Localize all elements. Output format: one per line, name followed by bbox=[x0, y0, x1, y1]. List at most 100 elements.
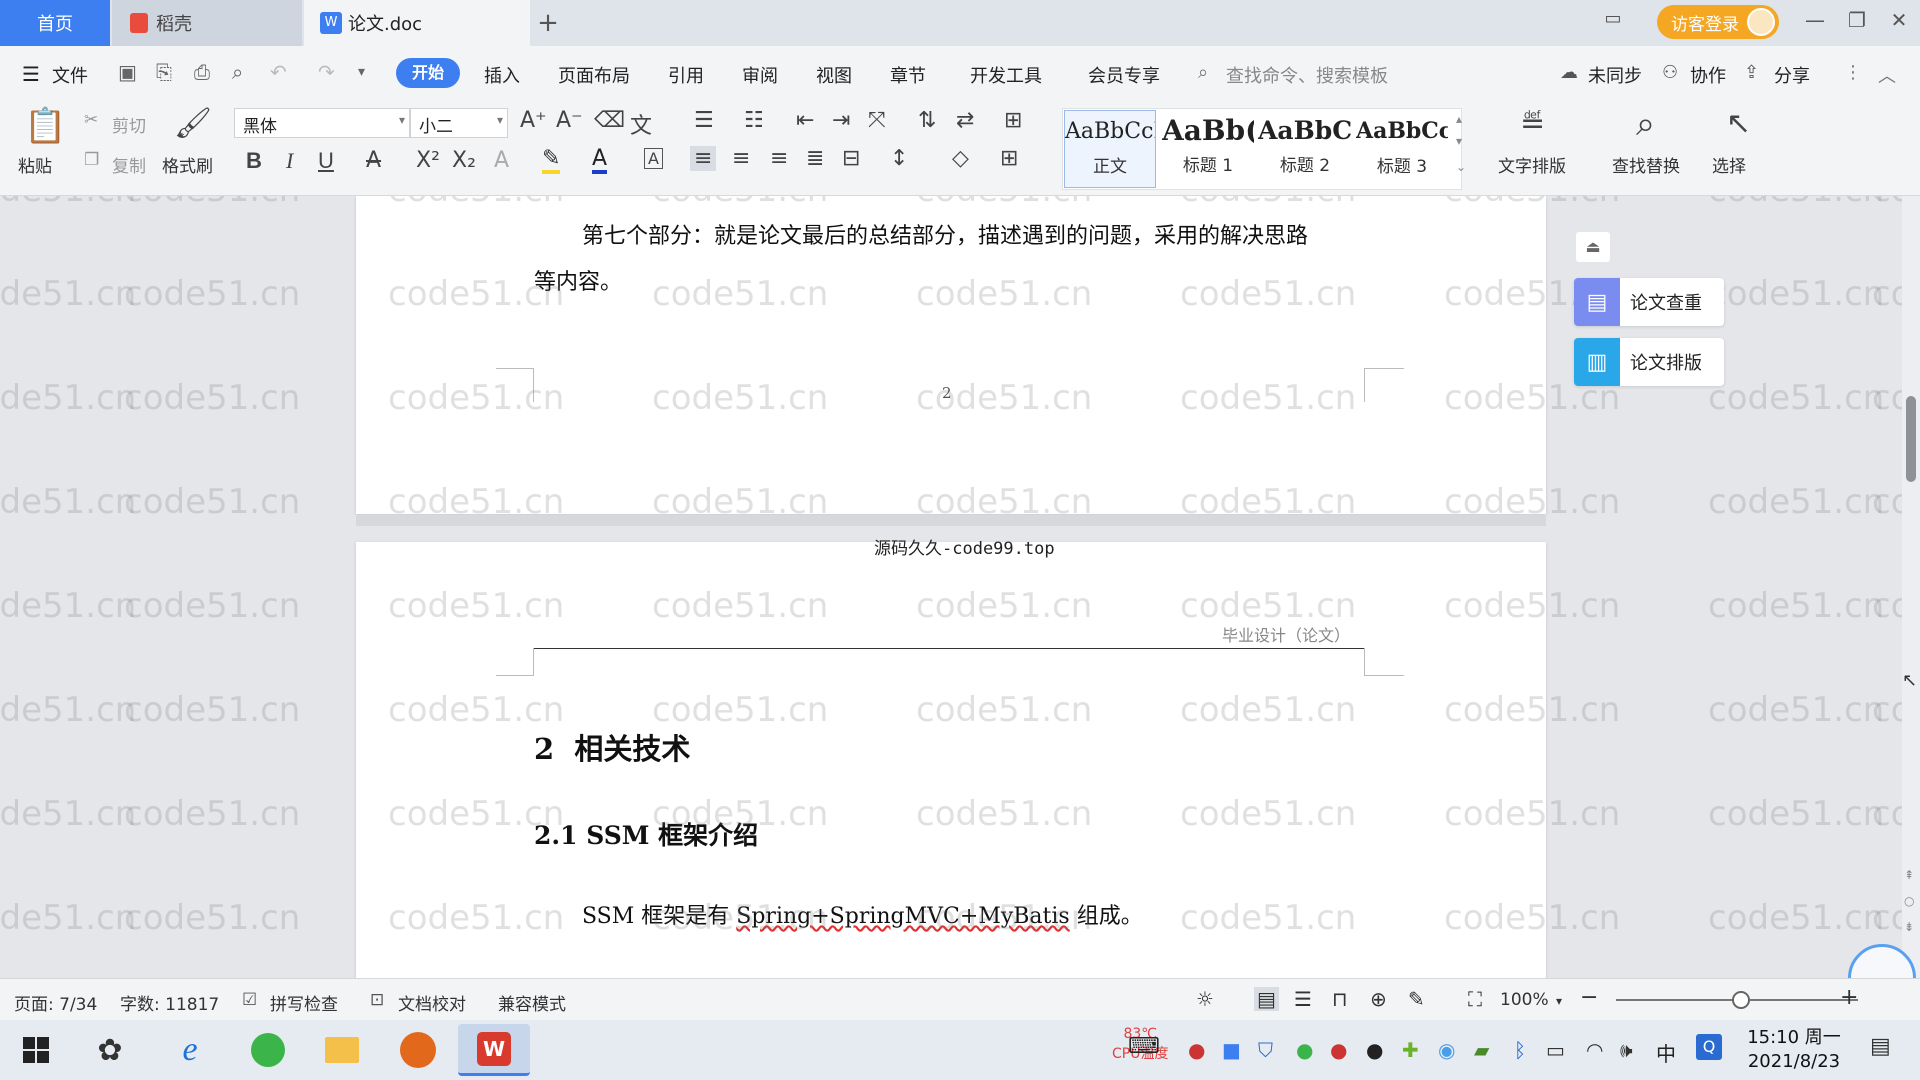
redo-icon[interactable]: ↷ bbox=[318, 60, 335, 84]
shading-icon[interactable]: ◇ bbox=[952, 146, 969, 171]
distribute-icon[interactable]: ⊟ bbox=[842, 146, 860, 171]
fox-app-icon[interactable] bbox=[394, 1028, 442, 1072]
vertical-scrollbar[interactable] bbox=[1902, 196, 1920, 978]
battery-icon[interactable]: ▭ bbox=[1546, 1038, 1565, 1062]
menu-start[interactable]: 开始 bbox=[396, 58, 460, 88]
style-expand-icon[interactable]: ⌄ bbox=[1456, 160, 1466, 174]
menu-references[interactable]: 引用 bbox=[668, 62, 704, 88]
export-icon[interactable]: ⎘ bbox=[156, 60, 172, 84]
justify-icon[interactable]: ≣ bbox=[806, 146, 824, 171]
menu-view[interactable]: 视图 bbox=[816, 62, 852, 88]
sort-icon[interactable]: ⇅ bbox=[918, 108, 936, 133]
tray-app-icon[interactable]: ● bbox=[1330, 1038, 1347, 1062]
align-center-icon[interactable]: ≡ bbox=[732, 146, 750, 171]
reading-view-icon[interactable]: ⊓ bbox=[1332, 987, 1348, 1011]
chinese-layout-icon[interactable]: ⤧ bbox=[868, 108, 886, 133]
scrollbar-thumb[interactable] bbox=[1906, 396, 1916, 482]
paste-icon[interactable]: 📋 bbox=[24, 106, 66, 146]
bluetooth-icon[interactable]: ᛒ bbox=[1514, 1038, 1526, 1062]
clear-format-icon[interactable]: ⌫ bbox=[594, 108, 625, 133]
minimize-icon[interactable]: — bbox=[1800, 8, 1830, 32]
eye-protection-icon[interactable]: ☼ bbox=[1196, 987, 1214, 1011]
font-color-icon[interactable]: A bbox=[592, 148, 608, 174]
zoom-out-icon[interactable]: − bbox=[1580, 985, 1598, 1010]
page-indicator[interactable]: 页面: 7/34 bbox=[14, 990, 97, 1015]
numbered-list-icon[interactable]: ☷ bbox=[744, 108, 764, 133]
undo-icon[interactable]: ↶ bbox=[270, 60, 287, 84]
bullet-list-icon[interactable]: ☰ bbox=[694, 108, 714, 133]
windows-start-icon[interactable] bbox=[12, 1028, 60, 1072]
zoom-slider-knob[interactable] bbox=[1732, 991, 1751, 1009]
quick-access-dropdown-icon[interactable]: ▾ bbox=[358, 64, 365, 80]
hamburger-icon[interactable]: ☰ bbox=[22, 62, 40, 86]
shield-tray-icon[interactable]: ⛉ bbox=[1258, 1038, 1273, 1062]
line-spacing-icon[interactable]: ↕ bbox=[890, 146, 908, 171]
close-icon[interactable]: ✕ bbox=[1884, 8, 1914, 32]
grow-font-icon[interactable]: A⁺ bbox=[520, 108, 547, 133]
search-tray-icon[interactable]: Q bbox=[1696, 1034, 1722, 1060]
wifi-icon[interactable]: ◠ bbox=[1586, 1038, 1603, 1062]
menu-page-layout[interactable]: 页面布局 bbox=[558, 62, 630, 88]
next-page-icon[interactable]: ⇟ bbox=[1904, 920, 1914, 934]
increase-indent-icon[interactable]: ⇥ bbox=[832, 108, 850, 133]
print-preview-icon[interactable]: ⌕ bbox=[232, 60, 243, 84]
select-button[interactable]: 选择 bbox=[1712, 152, 1746, 177]
clock[interactable]: 15:10 周一 2021/8/23 bbox=[1746, 1026, 1842, 1074]
char-border-icon[interactable]: A bbox=[644, 148, 663, 169]
thesis-check-button[interactable]: ▤ 论文查重 bbox=[1574, 278, 1724, 326]
word-count[interactable]: 字数: 11817 bbox=[120, 990, 219, 1015]
visitor-login-button[interactable]: 访客登录 bbox=[1657, 5, 1779, 39]
web-view-icon[interactable]: ⊕ bbox=[1370, 987, 1387, 1011]
wps-taskbar-icon[interactable]: W bbox=[458, 1024, 530, 1076]
borders-icon[interactable]: ⊞ bbox=[1000, 146, 1018, 171]
tab-home[interactable]: 首页 bbox=[0, 0, 110, 46]
browser-360-icon[interactable] bbox=[244, 1028, 292, 1072]
bold-button[interactable]: B bbox=[246, 148, 262, 174]
notification-center-icon[interactable]: ▤ bbox=[1870, 1034, 1891, 1059]
tab-document[interactable]: W 论文.doc bbox=[304, 0, 530, 46]
tray-app-icon[interactable]: ● bbox=[1188, 1038, 1205, 1062]
collapse-side-panel-icon[interactable]: ⏏ bbox=[1576, 232, 1610, 262]
save-icon[interactable]: ▣ bbox=[118, 60, 137, 84]
pinwheel-app-icon[interactable]: ✿ bbox=[86, 1028, 134, 1072]
italic-button[interactable]: I bbox=[286, 148, 293, 174]
style-scroll-down-icon[interactable]: ▾ bbox=[1456, 134, 1462, 148]
print-icon[interactable]: ⎙ bbox=[194, 60, 210, 84]
collaborate-button[interactable]: 协作 bbox=[1690, 62, 1726, 88]
menu-member[interactable]: 会员专享 bbox=[1088, 62, 1160, 88]
zoom-level[interactable]: 100% bbox=[1500, 990, 1549, 1010]
zoom-dropdown-icon[interactable]: ▾ bbox=[1556, 994, 1562, 1008]
tray-app-icon[interactable]: ● bbox=[1296, 1038, 1313, 1062]
format-painter-button[interactable]: 格式刷 bbox=[162, 152, 213, 177]
underline-button[interactable]: U bbox=[318, 148, 334, 174]
cut-button[interactable]: 剪切 bbox=[112, 112, 146, 137]
highlight-icon[interactable]: ✎ bbox=[542, 148, 561, 174]
tray-app-icon[interactable]: ✚ bbox=[1402, 1038, 1419, 1062]
collapse-ribbon-icon[interactable]: ︿ bbox=[1878, 62, 1896, 88]
outline-view-icon[interactable]: ☰ bbox=[1294, 987, 1312, 1011]
copy-button[interactable]: 复制 bbox=[112, 152, 146, 177]
font-size-select[interactable]: 小二 ▾ bbox=[410, 108, 508, 138]
text-direction-icon[interactable]: ⇄ bbox=[956, 108, 974, 133]
style-heading-3[interactable]: AaBbCcl 标题 3 bbox=[1356, 110, 1448, 188]
find-replace-button[interactable]: 查找替换 bbox=[1612, 152, 1680, 177]
menu-insert[interactable]: 插入 bbox=[484, 62, 520, 88]
shrink-font-icon[interactable]: A⁻ bbox=[556, 108, 583, 133]
menu-chapter[interactable]: 章节 bbox=[890, 62, 926, 88]
nvidia-tray-icon[interactable]: ▰ bbox=[1474, 1038, 1489, 1062]
layout-icon[interactable]: ▭ bbox=[1598, 8, 1628, 29]
spellcheck-button[interactable]: 拼写检查 bbox=[270, 990, 338, 1015]
internet-explorer-icon[interactable]: e bbox=[166, 1028, 214, 1072]
volume-icon[interactable]: 🕪 bbox=[1620, 1038, 1633, 1062]
strikethrough-icon[interactable]: A bbox=[366, 148, 381, 173]
qq-tray-icon[interactable]: ● bbox=[1366, 1038, 1383, 1062]
style-normal[interactable]: AaBbCcI 正文 bbox=[1064, 110, 1156, 188]
new-tab-button[interactable]: + bbox=[530, 0, 566, 46]
style-heading-2[interactable]: AaBbC 标题 2 bbox=[1258, 110, 1352, 188]
thesis-layout-button[interactable]: ▥ 论文排版 bbox=[1574, 338, 1724, 386]
tray-app-icon[interactable]: ◉ bbox=[1438, 1038, 1455, 1062]
more-icon[interactable]: ⋮ bbox=[1844, 62, 1862, 83]
page-view-icon[interactable]: ▤ bbox=[1254, 987, 1279, 1011]
align-right-icon[interactable]: ≡ bbox=[770, 146, 788, 171]
command-search-input[interactable]: 查找命令、搜索模板 bbox=[1226, 62, 1388, 88]
